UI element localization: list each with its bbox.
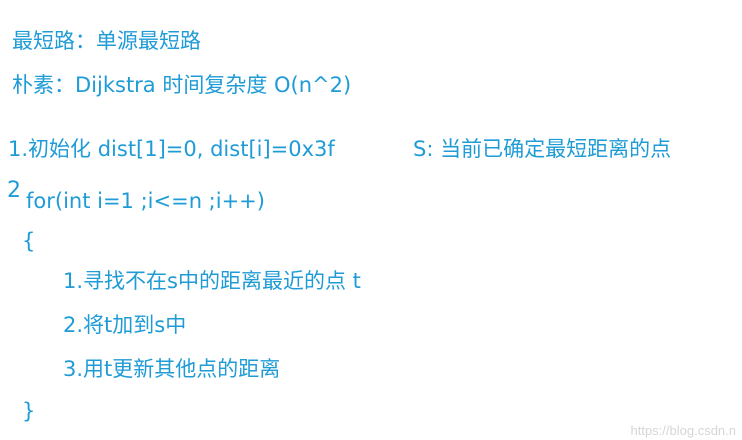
loop-header: for(int i=1 ;i<=n ;i++) [26, 189, 265, 213]
loop-step-2: 2.将t加到s中 [63, 313, 187, 337]
method-line: 朴素：Dijkstra 时间复杂度 O(n^2) [12, 73, 352, 97]
step1-init: 1.初始化 dist[1]=0, dist[i]=0x3f [8, 137, 335, 161]
open-brace: { [22, 229, 36, 253]
watermark: https://blog.csdn.n [630, 423, 736, 438]
step2-number: 2 [7, 178, 21, 203]
loop-step-1: 1.寻找不在s中的距离最近的点 t [63, 269, 361, 293]
step1-note: S: 当前已确定最短距离的点 [413, 137, 672, 161]
title-line: 最短路：单源最短路 [12, 29, 201, 53]
close-brace: } [22, 399, 36, 423]
loop-step-3: 3.用t更新其他点的距离 [63, 357, 281, 381]
